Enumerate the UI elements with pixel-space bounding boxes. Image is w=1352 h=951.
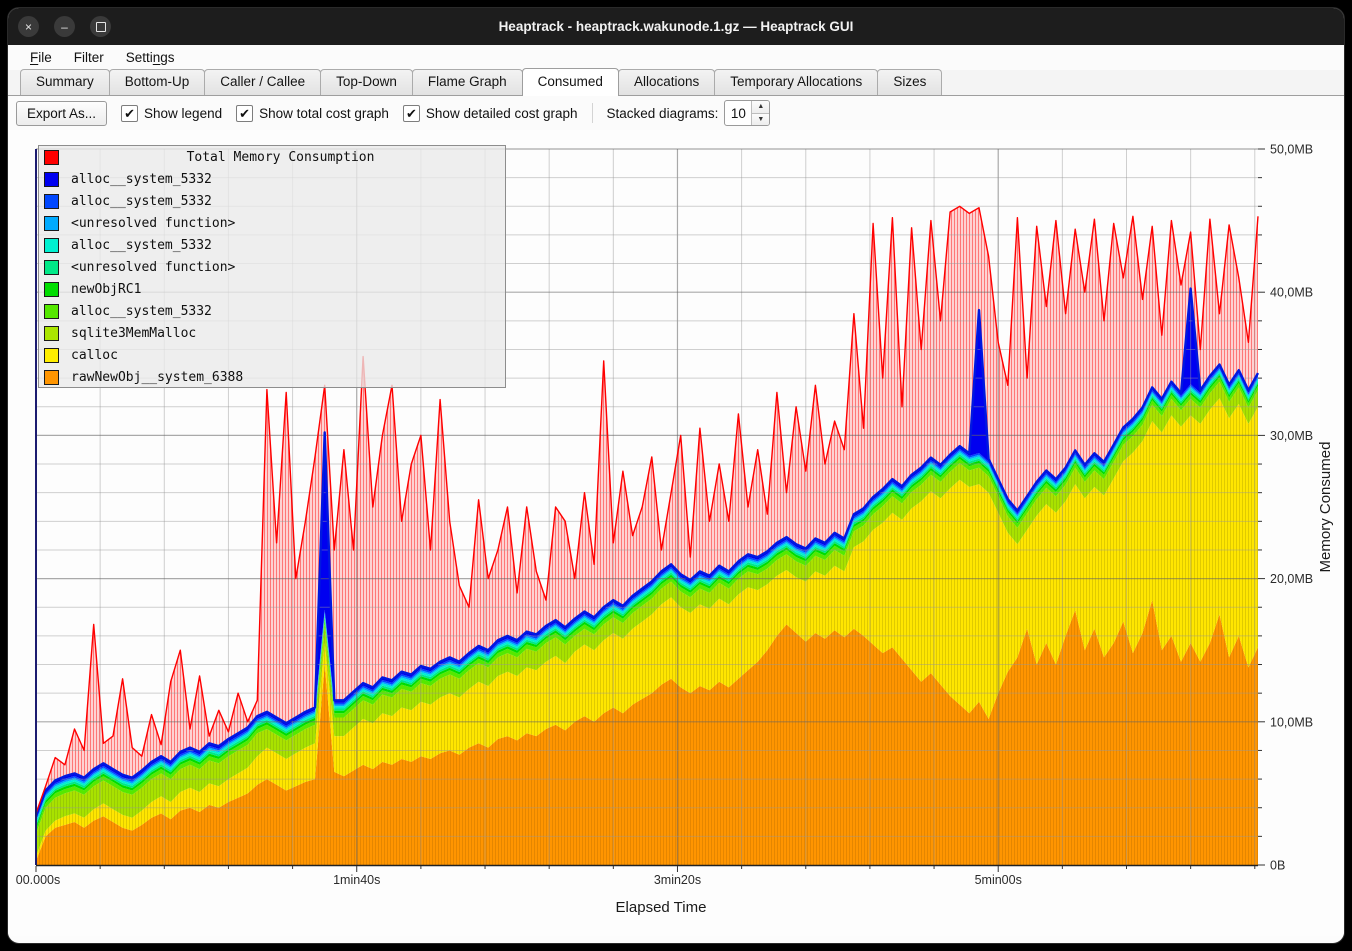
legend-item: sqlite3MemMalloc [39,322,505,344]
legend-swatch-icon [44,216,59,231]
checkbox-label: Show total cost graph [259,106,389,121]
menu-bar: FileFilterSettings [8,45,1344,70]
legend-swatch-icon [44,260,59,275]
tab-top-down[interactable]: Top-Down [320,69,413,95]
legend-swatch-icon [44,172,59,187]
legend-label: alloc__system_5332 [71,172,212,187]
spinner-down-icon[interactable]: ▼ [752,113,769,126]
maximize-icon [96,22,106,32]
x-axis-title: Elapsed Time [616,899,707,916]
legend-swatch-icon [44,348,59,363]
checkbox-box-icon[interactable]: ✔ [236,105,253,122]
tab-flame-graph[interactable]: Flame Graph [412,69,523,95]
checkbox-label: Show detailed cost graph [426,106,578,121]
tab-sizes[interactable]: Sizes [877,69,942,95]
checkbox-show-total-cost-graph[interactable]: ✔ Show total cost graph [236,105,389,122]
checkbox-show-legend[interactable]: ✔ Show legend [121,105,222,122]
legend-item: alloc__system_5332 [39,190,505,212]
window-controls: ×– [18,16,111,37]
legend-item: <unresolved function> [39,256,505,278]
legend-label: rawNewObj__system_6388 [71,370,243,385]
legend-label: <unresolved function> [71,260,235,275]
stacked-diagrams-label: Stacked diagrams: [607,106,719,121]
legend-item: alloc__system_5332 [39,300,505,322]
legend-swatch-icon [44,304,59,319]
legend-label: Total Memory Consumption [71,150,490,165]
maximize-button[interactable] [90,16,111,37]
legend-item: rawNewObj__system_6388 [39,366,505,388]
legend-item: calloc [39,344,505,366]
checkbox-show-detailed-cost-graph[interactable]: ✔ Show detailed cost graph [403,105,578,122]
legend-swatch-icon [44,282,59,297]
legend-swatch-icon [44,194,59,209]
legend-label: <unresolved function> [71,216,235,231]
y-tick-label: 50,0MB [1270,143,1313,157]
window-title: Heaptrack - heaptrack.wakunode.1.gz — He… [8,19,1344,34]
x-tick-label: 5min00s [975,873,1022,887]
legend-item: <unresolved function> [39,212,505,234]
checkbox-box-icon[interactable]: ✔ [121,105,138,122]
y-tick-label: 40,0MB [1270,286,1313,300]
y-tick-label: 0B [1270,859,1285,873]
stacked-diagrams-spinner[interactable]: 10 ▲ ▼ [724,100,770,126]
x-tick-label: 00.000s [16,873,60,887]
toolbar-separator [592,103,593,123]
legend-item: alloc__system_5332 [39,168,505,190]
tab-bar: SummaryBottom-UpCaller / CalleeTop-DownF… [8,70,1344,96]
legend-item: alloc__system_5332 [39,234,505,256]
legend-title-row: Total Memory Consumption [39,146,505,168]
checkbox-label: Show legend [144,106,222,121]
tab-summary[interactable]: Summary [20,69,110,95]
tab-consumed[interactable]: Consumed [522,68,619,96]
tab-temporary-allocations[interactable]: Temporary Allocations [714,69,878,95]
legend-label: alloc__system_5332 [71,194,212,209]
x-tick-label: 1min40s [333,873,380,887]
y-tick-label: 10,0MB [1270,715,1313,729]
legend-swatch-icon [44,238,59,253]
checkbox-box-icon[interactable]: ✔ [403,105,420,122]
tab-bottom-up[interactable]: Bottom-Up [109,69,206,95]
export-as-button[interactable]: Export As... [16,101,107,126]
legend-swatch-icon [44,326,59,341]
legend-label: alloc__system_5332 [71,304,212,319]
title-bar: ×– Heaptrack - heaptrack.wakunode.1.gz —… [8,8,1344,45]
toolbar: Export As... ✔ Show legend ✔ Show total cos… [8,96,1344,130]
stacked-diagrams-value[interactable]: 10 [725,101,751,125]
chart-legend: Total Memory Consumption alloc__system_53… [38,145,506,388]
menu-filter[interactable]: Filter [64,47,114,68]
tab-caller-callee[interactable]: Caller / Callee [204,69,321,95]
spinner-up-icon[interactable]: ▲ [752,101,769,113]
minimize-button[interactable]: – [54,16,75,37]
legend-swatch-icon [44,370,59,385]
legend-label: calloc [71,348,118,363]
memory-consumed-chart[interactable]: Total Memory Consumption alloc__system_53… [8,130,1344,936]
legend-label: alloc__system_5332 [71,238,212,253]
y-axis-title: Memory Consumed [1317,442,1334,573]
y-tick-label: 30,0MB [1270,429,1313,443]
menu-file[interactable]: File [20,47,62,68]
tab-allocations[interactable]: Allocations [618,69,715,95]
legend-item: newObjRC1 [39,278,505,300]
legend-label: newObjRC1 [71,282,141,297]
legend-swatch-icon [44,150,59,165]
app-window: ×– Heaptrack - heaptrack.wakunode.1.gz —… [8,8,1344,943]
menu-settings[interactable]: Settings [116,47,185,68]
legend-label: sqlite3MemMalloc [71,326,196,341]
y-tick-label: 20,0MB [1270,572,1313,586]
close-button[interactable]: × [18,16,39,37]
x-tick-label: 3min20s [654,873,701,887]
